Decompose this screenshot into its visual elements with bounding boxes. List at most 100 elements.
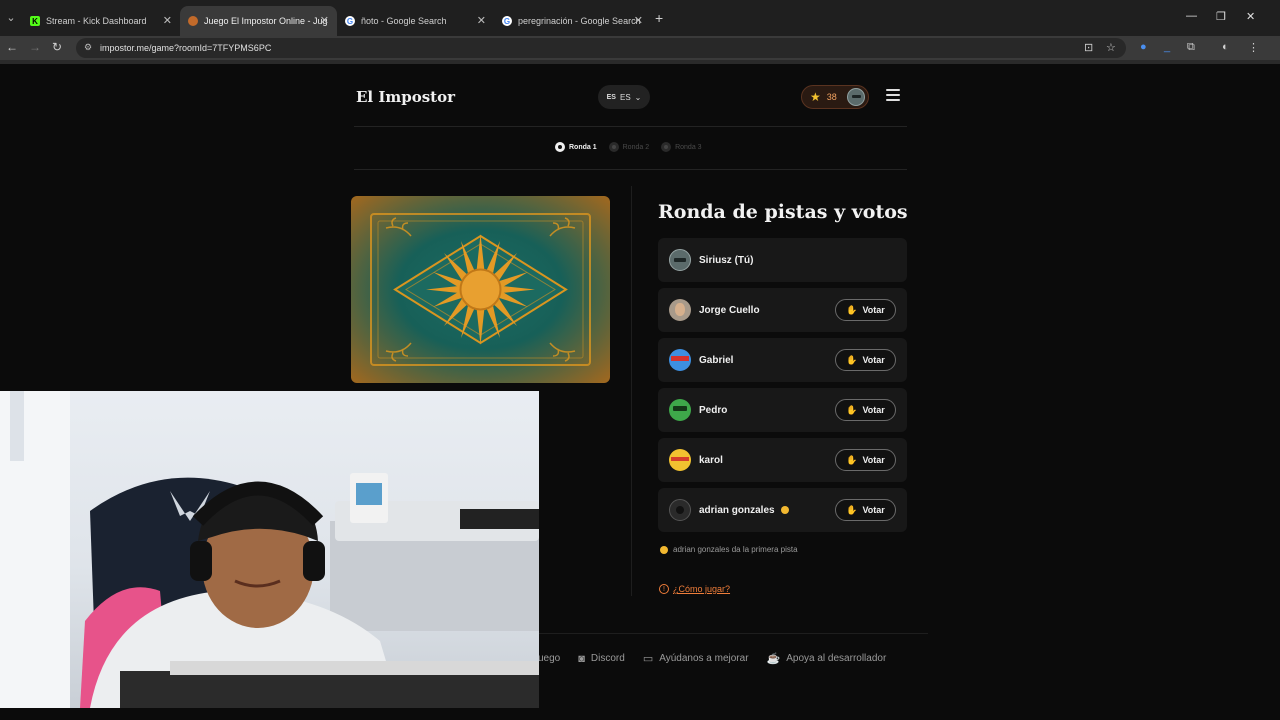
profile-avatar-icon[interactable]: ◐ [1222,41,1229,53]
new-tab-plus-icon[interactable]: + [655,10,663,26]
round-label: Ronda 3 [675,143,702,151]
robot-avatar-icon [669,399,691,421]
vote-button[interactable]: ✋ Votar [835,299,896,321]
sun-emblem-icon [370,213,591,366]
url-text: impostor.me/game?roomId=7TFYPMS6PC [100,43,272,53]
vote-label: Votar [862,505,885,515]
tab-title: Juego El Impostor Online - Jug [204,16,328,26]
browser-toolbar: ← → ↻ ⚙ impostor.me/game?roomId=7TFYPMS6… [0,36,1280,60]
round-step: Ronda 1 [555,142,597,152]
google-icon: G [345,16,355,26]
turn-indicator-icon [660,545,668,554]
footer-link-feedback[interactable]: ▭ Ayúdanos a mejorar [643,652,749,665]
player-name: Jorge Cuello [699,304,760,316]
browser-tab-impostor[interactable]: Juego El Impostor Online - Jug ✕ [180,6,337,36]
flag-icon: ES [606,93,616,101]
round-label: Ronda 1 [569,143,597,151]
reload-icon[interactable]: ↻ [52,40,62,54]
close-tab-icon[interactable]: ✕ [634,14,643,27]
language-label: ES [619,92,631,102]
rounds-divider [354,169,907,170]
browser-tab-strip: ⌄ K Stream - Kick Dashboard ✕ Juego El I… [0,0,1280,36]
extension-bar-icon[interactable]: _ [1164,41,1170,53]
footer-links: uego ◙ Discord ▭ Ayúdanos a mejorar ☕ Ap… [538,652,887,666]
chevron-down-icon: ⌄ [634,92,642,102]
secret-word-card [351,196,610,383]
player-row: Jorge Cuello ✋ Votar [658,288,907,332]
hand-icon: ✋ [846,504,858,515]
webcam-video-image [0,391,539,708]
address-bar[interactable]: ⚙ impostor.me/game?roomId=7TFYPMS6PC [76,38,1126,58]
browser-tab-google-1[interactable]: G ñoto - Google Search ✕ [337,6,494,36]
column-divider [631,186,632,596]
install-app-icon[interactable]: ⊡ [1084,41,1093,54]
round-dot-icon [608,142,619,152]
minimize-icon[interactable]: — [1186,10,1197,22]
hand-icon: ✋ [846,454,858,465]
how-to-play-link[interactable]: ! ¿Cómo jugar? [659,584,730,594]
browser-tab-google-2[interactable]: G peregrinación - Google Search ✕ [494,6,651,36]
extension-blue-icon[interactable]: ● [1140,41,1147,53]
discord-icon: ◙ [578,652,585,665]
restore-icon[interactable]: ❐ [1216,10,1226,23]
player-name: Pedro [699,404,728,416]
footer-link-game[interactable]: uego [538,652,560,665]
vote-label: Votar [862,305,885,315]
coffee-icon: ☕ [766,653,781,665]
more-menu-icon[interactable]: ⋮ [1248,41,1259,54]
browser-tab-kick[interactable]: K Stream - Kick Dashboard ✕ [22,6,180,36]
brand-logo[interactable]: El Impostor [356,88,455,106]
vote-button[interactable]: ✋ Votar [835,399,896,421]
back-arrow-icon[interactable]: ← [6,40,18,54]
round-step: Ronda 2 [608,142,650,152]
round-stepper: Ronda 1 Ronda 2 Ronda 3 [555,142,702,152]
footer-link-support[interactable]: ☕ Apoya al desarrollador [767,652,887,665]
hamburger-menu-icon[interactable] [886,89,900,101]
close-tab-icon[interactable]: ✕ [163,14,172,27]
vote-label: Votar [862,455,885,465]
feedback-icon: ▭ [642,653,654,665]
vote-label: Votar [862,405,885,415]
hand-icon: ✋ [846,304,858,315]
language-selector[interactable]: ES ES ⌄ [598,85,650,109]
robot-avatar-icon [669,249,691,271]
footer-link-discord[interactable]: ◙ Discord [578,652,625,665]
header-divider [354,126,907,127]
score-value: 38 [826,92,837,102]
footer-label: Apoya al desarrollador [786,653,887,664]
tab-title: Stream - Kick Dashboard [46,16,147,26]
player-row-self: Siriusz (Tú) [658,238,907,282]
google-icon: G [502,16,512,26]
round-label: Ronda 2 [622,143,650,151]
bookmark-star-icon[interactable]: ☆ [1106,41,1116,54]
site-info-icon[interactable]: ⚙ [84,42,92,53]
info-icon: ! [659,584,669,594]
round-dot-icon [555,142,565,152]
tab-search-chevron-icon[interactable]: ⌄ [2,8,20,26]
forward-arrow-icon[interactable]: → [29,40,41,54]
extensions-puzzle-icon[interactable]: ⧉ [1187,41,1195,54]
webcam-overlay [0,391,539,708]
star-icon: ★ [810,90,821,104]
vote-button[interactable]: ✋ Votar [835,349,896,371]
close-tab-icon[interactable]: ✕ [320,14,329,27]
player-row: Gabriel ✋ Votar [658,338,907,382]
vote-button[interactable]: ✋ Votar [835,499,896,521]
footer-label: Discord [590,653,625,664]
footer-label: uego [538,653,561,664]
close-window-icon[interactable]: ✕ [1246,10,1255,23]
photo-avatar [669,299,691,321]
user-avatar [846,88,865,106]
vote-button[interactable]: ✋ Votar [835,449,896,471]
turn-hint: adrian gonzales da la primera pista [660,545,798,554]
score-badge[interactable]: ★ 38 [801,85,869,109]
round-dot-icon [661,142,672,152]
hand-icon: ✋ [846,354,858,365]
turn-indicator-icon [780,506,789,514]
kick-icon: K [30,16,40,26]
page-title: Ronda de pistas y votos [658,201,908,223]
player-name: Siriusz (Tú) [699,254,754,266]
player-row: Pedro ✋ Votar [658,388,907,432]
close-tab-icon[interactable]: ✕ [477,14,486,27]
player-row: adrian gonzales ✋ Votar [658,488,907,532]
